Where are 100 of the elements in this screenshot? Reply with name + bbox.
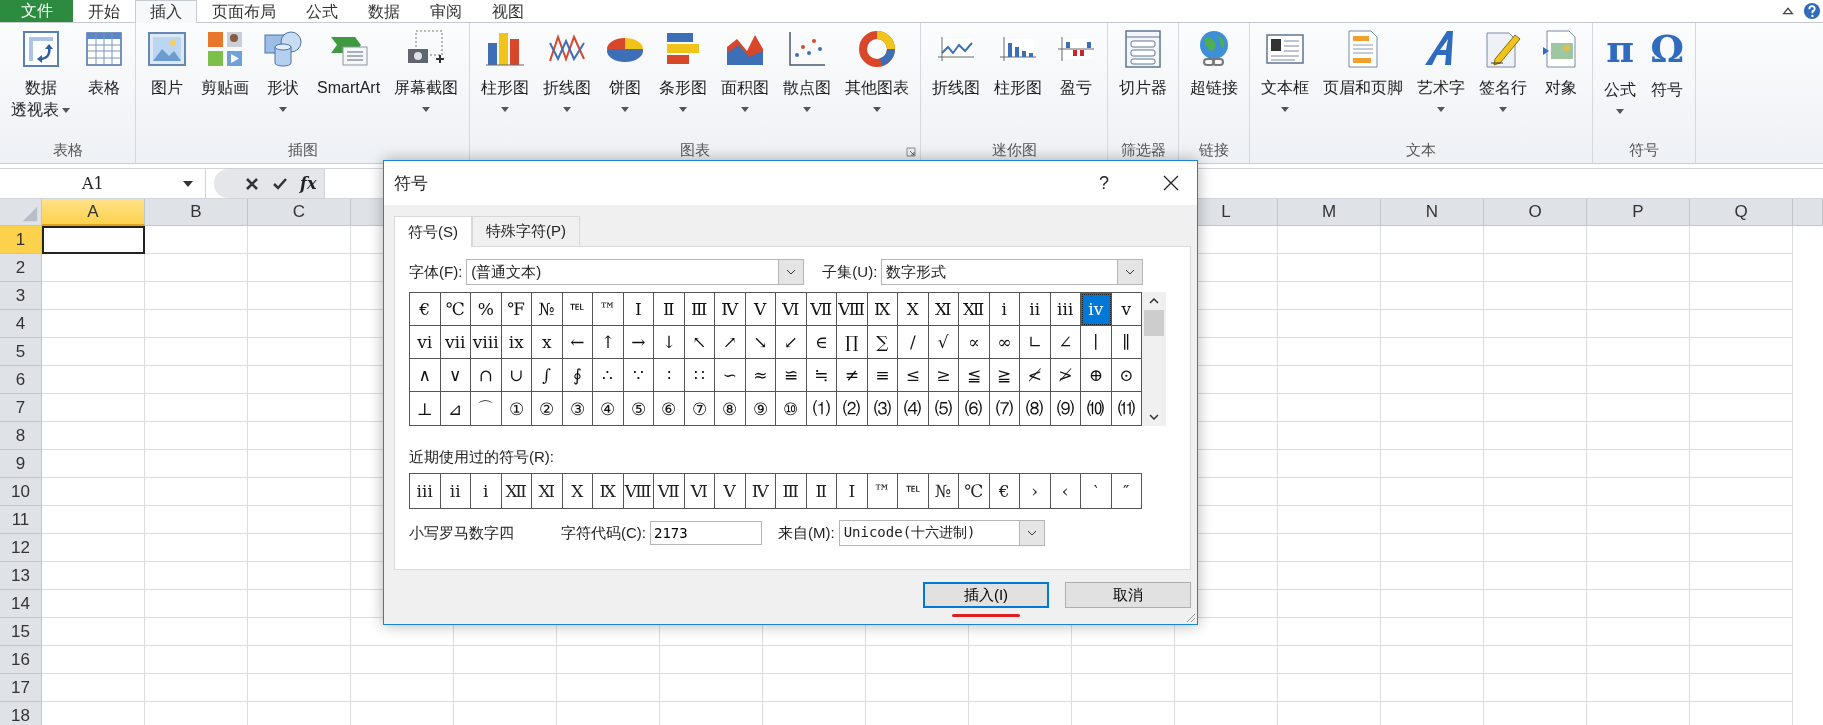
symbol-cell[interactable]: ≠ [837,359,868,392]
symbol-cell[interactable]: Ⅻ [959,293,990,326]
symbol-cell[interactable]: € [410,293,441,326]
dialog-button[interactable]: 插入(I) [923,582,1049,608]
grid-cell[interactable] [145,254,248,282]
symbol-cell[interactable]: → [623,326,654,359]
grid-cell[interactable] [145,394,248,422]
ribbon-button[interactable]: 文本框 [1254,27,1317,137]
grid-cell[interactable] [969,674,1072,702]
grid-cell[interactable] [248,394,351,422]
grid-cell[interactable] [1690,282,1793,310]
symbol-cell[interactable]: ∮ [562,359,593,392]
grid-cell[interactable] [1278,618,1381,646]
grid-cell[interactable] [1484,478,1587,506]
ribbon-button[interactable]: 面积图 [714,27,777,137]
grid-cell[interactable] [1278,282,1381,310]
grid-cell[interactable] [248,450,351,478]
dialog-tab[interactable]: 特殊字符(P) [472,216,580,246]
symbol-cell[interactable]: ≥ [928,359,959,392]
grid-cell[interactable] [248,422,351,450]
ribbon-button[interactable]: 盈亏 [1049,27,1104,137]
symbol-cell[interactable]: ⅷ [471,326,502,359]
grid-cell[interactable] [1690,310,1793,338]
grid-cell[interactable] [1484,422,1587,450]
grid-cell[interactable] [248,282,351,310]
grid-cell[interactable] [145,366,248,394]
ribbon-button[interactable]: 图片 [140,27,194,137]
symbol-cell[interactable]: ≯ [1050,359,1081,392]
grid-cell[interactable] [145,226,248,254]
symbol-cell[interactable]: Ⅸ [867,293,898,326]
symbol-cell[interactable]: Ⅹ [898,293,929,326]
ribbon-tab[interactable]: 视图 [477,0,539,23]
grid-cell[interactable] [1381,506,1484,534]
symbol-cell[interactable]: ∪ [501,359,532,392]
column-header[interactable]: B [145,199,248,226]
row-header[interactable]: 4 [0,310,42,338]
grid-cell[interactable] [1484,646,1587,674]
column-header[interactable]: M [1278,199,1381,226]
grid-cell[interactable] [1690,646,1793,674]
symbol-cell[interactable]: ∑ [867,326,898,359]
grid-cell[interactable] [1278,394,1381,422]
grid-cell[interactable] [1587,366,1690,394]
row-header[interactable]: 7 [0,394,42,422]
grid-cell[interactable] [145,562,248,590]
grid-cell[interactable] [248,674,351,702]
grid-cell[interactable] [42,646,145,674]
grid-cell[interactable] [1484,590,1587,618]
from-dropdown[interactable]: Unicode(十六进制) [838,520,1045,546]
dropdown-arrow-button[interactable] [1018,521,1044,545]
symbol-cell[interactable]: ∏ [837,326,868,359]
symbol-cell[interactable]: ≌ [776,359,807,392]
row-header[interactable]: 13 [0,562,42,590]
grid-cell[interactable] [248,534,351,562]
grid-cell[interactable] [42,590,145,618]
grid-cell[interactable] [1587,506,1690,534]
symbol-cell[interactable]: ≒ [806,359,837,392]
grid-cell[interactable] [42,534,145,562]
symbol-cell[interactable]: ↓ [654,326,685,359]
symbol-cell[interactable]: ← [562,326,593,359]
grid-cell[interactable] [454,674,557,702]
row-header[interactable]: 15 [0,618,42,646]
recent-symbol-cell[interactable]: ‹ [1050,474,1081,508]
grid-cell[interactable] [866,674,969,702]
row-header[interactable]: 9 [0,450,42,478]
grid-cell[interactable] [1690,366,1793,394]
grid-cell[interactable] [42,254,145,282]
grid-cell[interactable] [1381,562,1484,590]
grid-cell[interactable] [1690,618,1793,646]
symbol-cell[interactable]: √ [928,326,959,359]
row-header[interactable]: 6 [0,366,42,394]
grid-cell[interactable] [1278,478,1381,506]
symbol-cell[interactable]: ⅴ [1111,293,1142,326]
grid-cell[interactable] [1690,534,1793,562]
row-header[interactable]: 17 [0,674,42,702]
grid-cell[interactable] [1381,674,1484,702]
ribbon-button[interactable]: 数据 透视表 [4,27,77,137]
grid-cell[interactable] [1381,646,1484,674]
grid-cell[interactable] [1690,394,1793,422]
help-button[interactable]: ? [1099,172,1109,194]
row-header[interactable]: 5 [0,338,42,366]
symbol-cell[interactable]: ⅱ [1020,293,1051,326]
grid-cell[interactable] [1175,674,1278,702]
column-header[interactable]: P [1587,199,1690,226]
grid-cell[interactable] [1278,646,1381,674]
grid-cell[interactable] [1587,310,1690,338]
recent-symbol-cell[interactable]: ″ [1111,474,1142,508]
grid-cell[interactable] [1690,338,1793,366]
grid-cell[interactable] [42,478,145,506]
grid-cell[interactable] [1484,450,1587,478]
cancel-icon[interactable] [244,175,260,192]
grid-cell[interactable] [1587,422,1690,450]
symbol-cell[interactable]: ⊕ [1081,359,1112,392]
grid-cell[interactable] [145,646,248,674]
grid-cell[interactable] [248,590,351,618]
grid-cell[interactable] [1381,590,1484,618]
symbol-cell[interactable]: ∴ [593,359,624,392]
ribbon-button[interactable]: 页眉和页脚 [1316,27,1411,137]
row-header[interactable]: 10 [0,478,42,506]
grid-cell[interactable] [1381,338,1484,366]
grid-cell[interactable] [1278,366,1381,394]
